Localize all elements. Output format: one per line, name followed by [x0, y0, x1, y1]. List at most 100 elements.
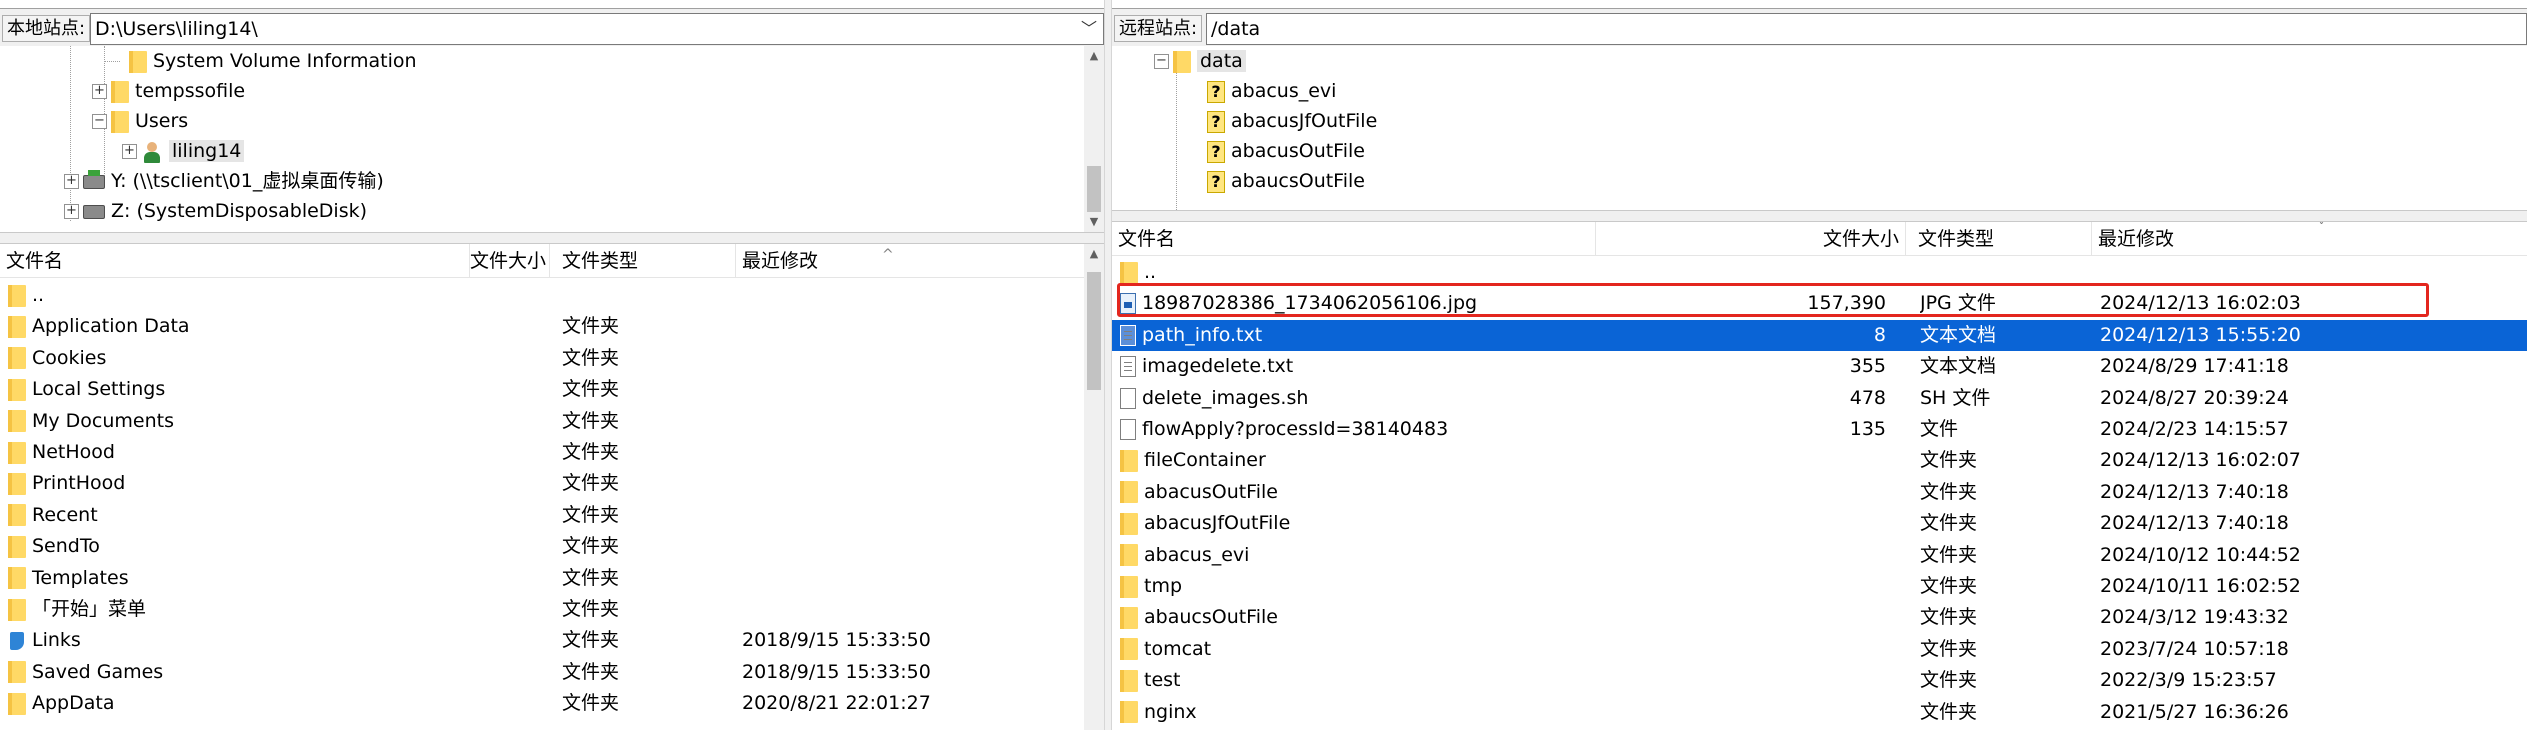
tree-item[interactable]: + Z: (SystemDisposableDisk) [64, 196, 367, 226]
file-row[interactable]: nginx 文件夹 2021/5/27 16:36:26 [1112, 697, 2527, 728]
file-row[interactable]: 18987028386_1734062056106.jpg 157,390 JPG … [1112, 288, 2527, 319]
expand-icon[interactable]: + [122, 144, 137, 159]
column-header-modified[interactable]: 最近修改 ˇ [2092, 222, 2527, 256]
file-size-cell [470, 500, 550, 531]
file-modified-cell [742, 311, 1062, 342]
tree-item[interactable]: + liling14 [122, 136, 245, 166]
scroll-up-icon[interactable]: ▲ [1084, 244, 1104, 264]
remote-folder-tree[interactable]: − data? abacus_evi? abacusJfOutFile? abacusO… [1112, 46, 2527, 210]
file-name: imagedelete.txt [1142, 355, 1294, 378]
file-row[interactable]: tomcat 文件夹 2023/7/24 10:57:18 [1112, 634, 2527, 665]
file-name: Links [32, 629, 81, 652]
file-row[interactable]: abacusJfOutFile 文件夹 2024/12/13 7:40:18 [1112, 508, 2527, 539]
file-row[interactable]: abaucsOutFile 文件夹 2024/3/12 19:43:32 [1112, 602, 2527, 633]
file-name-cell: Templates [0, 563, 470, 594]
tree-item[interactable]: + Y: (\\tsclient\01_虚拟桌面传输) [64, 166, 384, 196]
file-row[interactable]: My Documents 文件夹 [0, 406, 1080, 437]
file-row[interactable]: Application Data 文件夹 [0, 311, 1080, 342]
column-header-size[interactable]: 文件大小 [1596, 222, 1906, 256]
tree-item[interactable]: − data [1154, 46, 1246, 76]
file-row[interactable]: imagedelete.txt 355 文本文档 2024/8/29 17:41:18 [1112, 351, 2527, 382]
file-row[interactable]: Links 文件夹 2018/9/15 15:33:50 [0, 625, 1080, 656]
file-row[interactable]: Cookies 文件夹 [0, 343, 1080, 374]
drive-icon [83, 204, 105, 219]
local-pane: 本地站点: D:\Users\liling14\ ﹀ System Volume… [0, 0, 1104, 730]
folder-icon [1120, 606, 1138, 629]
column-header-name[interactable]: 文件名 [0, 244, 470, 278]
file-name: NetHood [32, 441, 115, 463]
scroll-down-icon[interactable]: ▼ [1084, 212, 1104, 232]
tree-item[interactable]: ? abacusJfOutFile [1188, 106, 1377, 136]
local-tree-scrollbar[interactable]: ▲ ▼ [1084, 46, 1104, 232]
column-header-type[interactable]: 文件类型 [556, 244, 736, 278]
file-row[interactable]: Templates 文件夹 [0, 563, 1080, 594]
file-size-cell [470, 374, 550, 405]
file-modified-cell: 2024/12/13 16:02:03 [2100, 292, 2301, 315]
file-row[interactable]: path_info.txt 8 文本文档 2024/12/13 15:55:20 [1112, 319, 2527, 351]
file-row[interactable]: flowApply?processId=38140483 135 文件 2024/2/… [1112, 414, 2527, 445]
tree-item-label: liling14 [169, 140, 245, 162]
file-row[interactable]: Recent 文件夹 [0, 500, 1080, 531]
remote-path-input[interactable]: /data [1206, 13, 2527, 45]
tree-item[interactable]: − Users [92, 106, 188, 136]
expand-icon[interactable]: + [92, 84, 107, 99]
column-header-size[interactable]: 文件大小 [470, 244, 550, 278]
file-row[interactable]: 「开始」菜单 文件夹 [0, 594, 1080, 625]
remote-pane-divider[interactable] [1112, 210, 2527, 222]
file-row[interactable]: fileContainer 文件夹 2024/12/13 16:02:07 [1112, 445, 2527, 476]
local-list-scrollbar[interactable]: ▲ [1084, 244, 1104, 730]
column-header-type[interactable]: 文件类型 [1912, 222, 2092, 256]
chevron-down-icon[interactable]: ﹀ [1081, 14, 1097, 44]
file-row[interactable]: test 文件夹 2022/3/9 15:23:57 [1112, 665, 2527, 696]
local-folder-tree[interactable]: System Volume Information + tempssofile − Us… [0, 46, 1104, 232]
file-row[interactable]: Saved Games 文件夹 2018/9/15 15:33:50 [0, 657, 1080, 688]
file-row[interactable]: Local Settings 文件夹 [0, 374, 1080, 405]
file-row[interactable]: PrintHood 文件夹 [0, 468, 1080, 499]
file-modified-cell [742, 594, 1062, 625]
tree-item[interactable]: + tempssofile [92, 76, 245, 106]
tree-item[interactable]: ? abacusOutFile [1188, 136, 1365, 166]
file-name: PrintHood [32, 472, 126, 495]
file-row[interactable]: tmp 文件夹 2024/10/11 16:02:52 [1112, 571, 2527, 602]
scroll-thumb[interactable] [1087, 272, 1101, 390]
pane-splitter[interactable] [1104, 0, 1112, 730]
file-row[interactable]: abacus_evi 文件夹 2024/10/12 10:44:52 [1112, 540, 2527, 571]
local-path-input[interactable]: D:\Users\liling14\ ﹀ [90, 13, 1104, 45]
file-modified-cell [742, 406, 1062, 437]
file-row[interactable]: .. [0, 280, 1080, 311]
tree-item-label: abacusOutFile [1231, 140, 1365, 162]
file-row[interactable]: AppData 文件夹 2020/8/21 22:01:27 [0, 688, 1080, 719]
remote-site-label: 远程站点: [1114, 15, 1203, 42]
column-header-modified[interactable]: 最近修改 ^ [736, 244, 1076, 278]
expand-icon[interactable]: + [64, 204, 79, 219]
file-name: Application Data [32, 315, 190, 338]
file-name-cell: PrintHood [0, 468, 470, 499]
local-pane-divider[interactable] [0, 232, 1104, 244]
scroll-thumb[interactable] [1087, 166, 1101, 212]
file-type-cell [1920, 257, 2092, 288]
file-type-cell: 文件夹 [562, 535, 620, 558]
expand-icon[interactable]: + [64, 174, 79, 189]
file-row[interactable]: abacusOutFile 文件夹 2024/12/13 7:40:18 [1112, 477, 2527, 508]
file-row[interactable]: .. [1112, 257, 2527, 288]
file-row[interactable]: NetHood 文件夹 [0, 437, 1080, 468]
scroll-up-icon[interactable]: ▲ [1084, 46, 1104, 66]
column-header-name[interactable]: 文件名 [1112, 222, 1596, 256]
file-name-cell: SendTo [0, 531, 470, 562]
file-size-cell [1596, 477, 1886, 508]
file-modified-cell: 2024/3/12 19:43:32 [2100, 606, 2289, 629]
local-file-list[interactable]: 文件名 文件大小 文件类型 最近修改 ^ .. Application Data 文件… [0, 244, 1104, 730]
file-row[interactable]: SendTo 文件夹 [0, 531, 1080, 562]
tree-item[interactable]: ? abaucsOutFile [1188, 166, 1365, 196]
collapse-icon[interactable]: − [1154, 54, 1169, 69]
file-row[interactable]: delete_images.sh 478 SH 文件 2024/8/27 20:39:… [1112, 383, 2527, 414]
remote-file-list[interactable]: 文件名 文件大小 文件类型 最近修改 ˇ .. 18987028386_173406… [1112, 222, 2527, 730]
remote-site-bar: 远程站点: /data [1112, 8, 2527, 46]
collapse-icon[interactable]: − [92, 114, 107, 129]
folder-icon [8, 441, 26, 464]
tree-item[interactable]: ? abacus_evi [1188, 76, 1336, 106]
file-modified-cell [742, 280, 1062, 311]
tree-item[interactable]: System Volume Information [110, 46, 417, 76]
